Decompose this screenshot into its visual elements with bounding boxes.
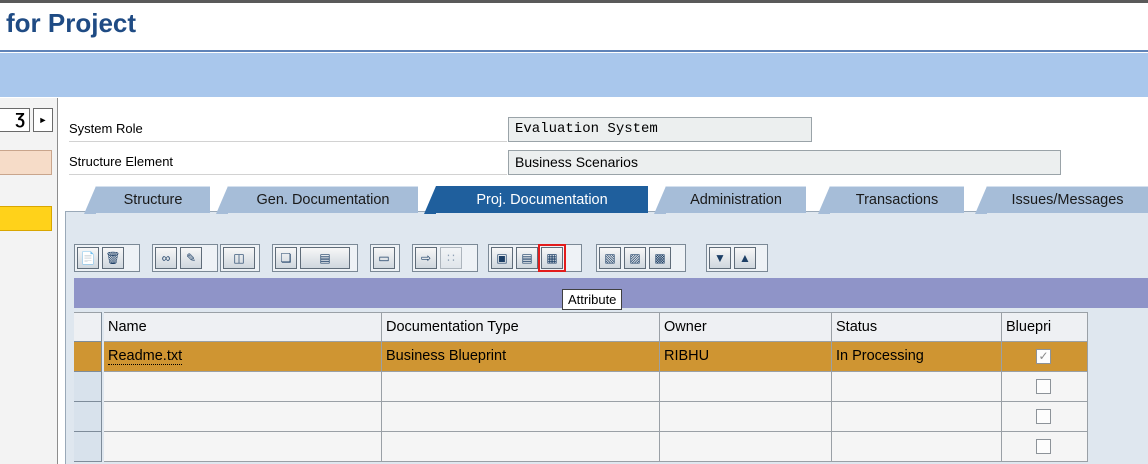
top-separator — [0, 0, 1148, 3]
display-icon[interactable]: ∞ — [155, 247, 177, 269]
cell-blueprint — [1002, 372, 1088, 402]
tab-issues-messages[interactable]: Issues/Messages — [975, 186, 1148, 214]
tab-proj-documentation[interactable]: Proj. Documentation — [424, 186, 648, 214]
tab-gen-documentation[interactable]: Gen. Documentation — [216, 186, 418, 214]
page-title: for Project — [6, 8, 137, 38]
column-header-documentation-type[interactable]: Documentation Type — [382, 312, 660, 342]
table-row[interactable]: Readme.txt Business Blueprint RIBHU In P… — [74, 342, 1088, 372]
delete-icon[interactable]: ▭ — [373, 247, 395, 269]
attribute-icon[interactable]: ▦ — [538, 244, 566, 272]
cell-owner — [660, 402, 832, 432]
cell-blueprint — [1002, 432, 1088, 462]
cell-owner — [660, 372, 832, 402]
cell-blueprint: ✓ — [1002, 342, 1088, 372]
row-selector[interactable] — [74, 372, 102, 402]
list-detail-icon[interactable]: ▨ — [624, 247, 646, 269]
cell-documentation-type — [382, 372, 660, 402]
cell-name[interactable]: Readme.txt — [104, 342, 382, 372]
table-row[interactable] — [74, 432, 1088, 462]
left-nav-item[interactable] — [0, 150, 52, 175]
cell-status — [832, 402, 1002, 432]
cell-blueprint — [1002, 402, 1088, 432]
table-row[interactable] — [74, 402, 1088, 432]
import-icon[interactable]: ▤ — [516, 247, 538, 269]
disabled-icon: ∷ — [440, 247, 462, 269]
cell-documentation-type — [382, 402, 660, 432]
cell-owner — [660, 432, 832, 462]
cell-status: In Processing — [832, 342, 1002, 372]
application-toolbar — [0, 53, 1148, 97]
expand-arrow-icon[interactable]: ► — [33, 108, 53, 132]
copy-icon[interactable]: ❏ — [275, 247, 297, 269]
toolbar-group-delete: ▭ — [370, 244, 400, 272]
attribute-tooltip: Attribute — [562, 289, 623, 310]
structure-element-field[interactable]: Business Scenarios — [508, 150, 1061, 175]
left-nav-item-selected[interactable] — [0, 206, 52, 231]
cell-documentation-type: Business Blueprint — [382, 342, 660, 372]
move-down-icon[interactable]: ▼ — [709, 247, 731, 269]
table-header-row: Name Documentation Type Owner Status Blu… — [74, 312, 1088, 342]
system-role-field[interactable]: Evaluation System — [508, 117, 812, 142]
tab-transactions[interactable]: Transactions — [818, 186, 964, 214]
transfer-icon[interactable]: ⇨ — [415, 247, 437, 269]
create-document-icon[interactable]: 📄 — [77, 247, 99, 269]
delete-document-icon[interactable]: 🗑 — [102, 247, 124, 269]
structure-icon[interactable]: ◫ — [223, 247, 255, 269]
document-name[interactable]: Readme.txt — [108, 348, 183, 365]
paste-icon[interactable]: ▤ — [300, 247, 350, 269]
list-icon[interactable]: ▧ — [599, 247, 621, 269]
cell-owner: RIBHU — [660, 342, 832, 372]
details-icon[interactable]: ▩ — [649, 247, 671, 269]
cell-name[interactable] — [104, 432, 382, 462]
select-all-cell[interactable] — [74, 312, 102, 342]
row-selector[interactable] — [74, 432, 102, 462]
toolbar-group-move: ▼ ▲ — [706, 244, 768, 272]
cell-status — [832, 432, 1002, 462]
cell-documentation-type — [382, 432, 660, 462]
blueprint-checkbox[interactable] — [1036, 379, 1051, 394]
column-header-status[interactable]: Status — [832, 312, 1002, 342]
blueprint-checkbox[interactable] — [1036, 409, 1051, 424]
structure-element-label: Structure Element — [69, 150, 507, 175]
blueprint-checkbox[interactable] — [1036, 439, 1051, 454]
toolbar-group-edit: ∞ ✎ — [152, 244, 218, 272]
title-rule — [0, 50, 1148, 52]
toolbar-group-clipboard: ❏ ▤ — [272, 244, 358, 272]
export-icon[interactable]: ▣ — [491, 247, 513, 269]
cell-name[interactable] — [104, 372, 382, 402]
table-row[interactable] — [74, 372, 1088, 402]
cell-status — [832, 372, 1002, 402]
toolbar-group-create: 📄 🗑 — [74, 244, 140, 272]
row-selector[interactable] — [74, 342, 102, 372]
toolbar-group-import-export: ▣ ▤ ▦ — [488, 244, 582, 272]
tab-administration[interactable]: Administration — [654, 186, 806, 214]
documentation-toolbar: 📄 🗑 ∞ ✎ ◫ ❏ ▤ ▭ ⇨ ∷ ▣ ▤ ▦ ▧ ▨ ▩ ▼ ▲ — [74, 244, 794, 274]
row-selector[interactable] — [74, 402, 102, 432]
toolbar-group-lists: ▧ ▨ ▩ — [596, 244, 686, 272]
column-header-blueprint[interactable]: Bluepri — [1002, 312, 1088, 342]
blueprint-checkbox[interactable]: ✓ — [1036, 349, 1051, 364]
toolbar-group-structure: ◫ — [220, 244, 260, 272]
edit-pencil-icon[interactable]: ✎ — [180, 247, 202, 269]
toolbar-group-transfer: ⇨ ∷ — [412, 244, 478, 272]
column-header-name[interactable]: Name — [104, 312, 382, 342]
column-header-owner[interactable]: Owner — [660, 312, 832, 342]
left-nav-button[interactable]: Ʒ — [0, 108, 30, 132]
system-role-label: System Role — [69, 117, 507, 142]
cell-name[interactable] — [104, 402, 382, 432]
tab-structure[interactable]: Structure — [84, 186, 210, 214]
move-up-icon[interactable]: ▲ — [734, 247, 756, 269]
